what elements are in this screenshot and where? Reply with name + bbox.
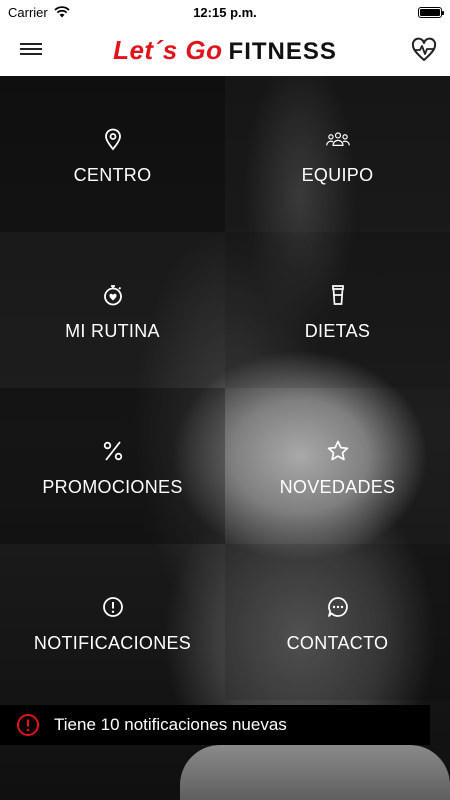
logo-script-text: Let´s Go <box>113 34 223 65</box>
wifi-icon <box>54 6 70 18</box>
menu-grid: CENTRO EQUIPO MI RUTINA DIETAS PROMOCION… <box>0 76 450 700</box>
shaker-cup-icon <box>331 284 344 305</box>
logo-word-text: FITNESS <box>228 37 337 65</box>
alert-circle-icon <box>102 596 123 617</box>
menu-item-label: EQUIPO <box>301 164 374 185</box>
menu-item-notificaciones[interactable]: NOTIFICACIONES <box>0 544 225 700</box>
team-icon <box>325 131 350 146</box>
app-logo: Let´s Go FITNESS <box>113 35 337 66</box>
battery-icon <box>418 6 444 18</box>
menu-item-label: DIETAS <box>304 320 371 341</box>
chat-bubble-icon <box>327 596 348 617</box>
heart-pulse-icon[interactable] <box>410 36 438 64</box>
hero-background-shorts <box>180 745 450 800</box>
hamburger-menu-icon[interactable] <box>20 40 42 60</box>
menu-item-label: MI RUTINA <box>65 320 160 341</box>
status-left: Carrier <box>8 5 70 20</box>
menu-item-centro[interactable]: CENTRO <box>0 76 225 232</box>
menu-item-contacto[interactable]: CONTACTO <box>225 544 450 700</box>
star-icon <box>327 440 348 460</box>
menu-item-label: NOTIFICACIONES <box>33 632 192 653</box>
menu-item-equipo[interactable]: EQUIPO <box>225 76 450 232</box>
app-header: Let´s Go FITNESS <box>0 24 450 76</box>
notification-banner[interactable]: Tiene 10 notificaciones nuevas <box>0 705 430 745</box>
percent-icon <box>103 440 122 461</box>
stopwatch-heart-icon <box>103 284 122 305</box>
location-pin-icon <box>104 128 121 150</box>
carrier-label: Carrier <box>8 4 48 20</box>
menu-item-novedades[interactable]: NOVEDADES <box>225 388 450 544</box>
menu-item-promociones[interactable]: PROMOCIONES <box>0 388 225 544</box>
menu-item-label: CONTACTO <box>286 632 389 653</box>
menu-item-dietas[interactable]: DIETAS <box>225 232 450 388</box>
menu-item-mi-rutina[interactable]: MI RUTINA <box>0 232 225 388</box>
status-bar: Carrier 12:15 p.m. <box>0 0 450 24</box>
alert-circle-icon <box>17 714 39 736</box>
menu-item-label: PROMOCIONES <box>42 476 183 497</box>
notification-text: Tiene 10 notificaciones nuevas <box>54 715 287 734</box>
menu-item-label: NOVEDADES <box>279 476 396 497</box>
menu-item-label: CENTRO <box>73 164 152 185</box>
